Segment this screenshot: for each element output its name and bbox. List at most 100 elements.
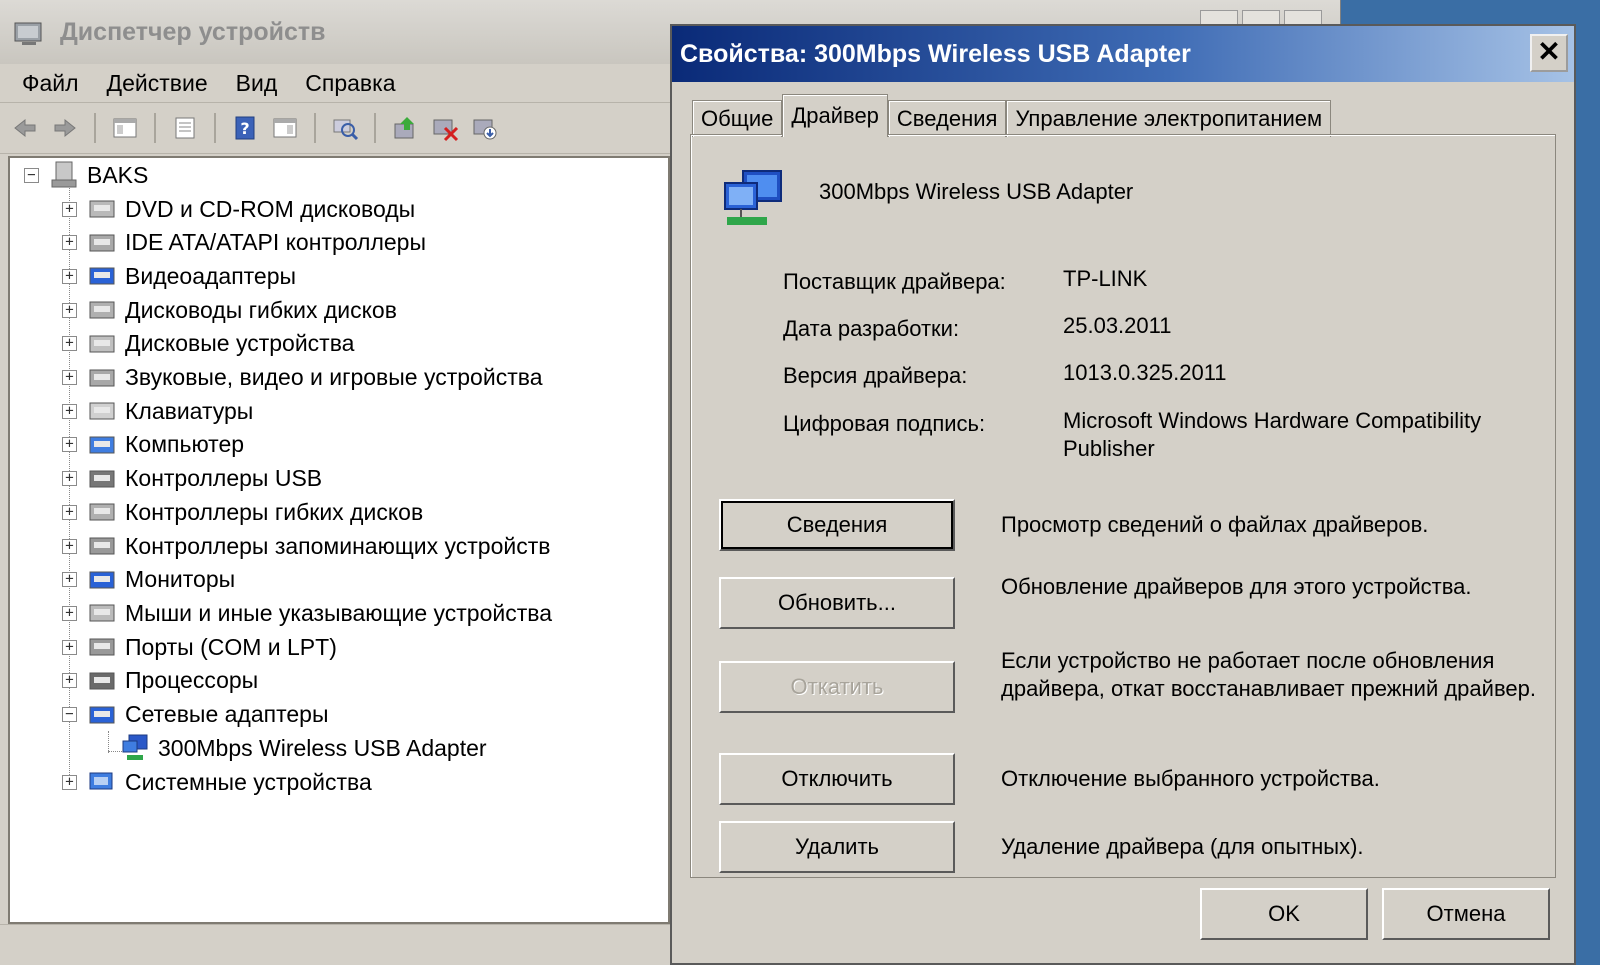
collapse-toggle[interactable]: −	[62, 707, 77, 722]
uninstall-icon	[433, 119, 459, 142]
disk-drive-icon	[85, 329, 119, 359]
update-driver-desc: Обновление драйверов для этого устройств…	[1001, 574, 1472, 599]
uninstall-driver-button[interactable]: Удалить	[719, 821, 955, 873]
tree-label: Мыши и иные указывающие устройства	[125, 599, 553, 626]
tree-guide-line	[108, 731, 109, 753]
tree-category[interactable]: + Контроллеры USB	[62, 462, 322, 496]
tab-driver[interactable]: Драйвер	[782, 94, 888, 137]
mouse-icon	[85, 598, 119, 628]
expand-toggle[interactable]: +	[62, 605, 77, 621]
help-button[interactable]: ?	[228, 111, 262, 145]
expand-toggle[interactable]: +	[62, 504, 77, 520]
monitor-icon	[85, 565, 119, 595]
show-hide-console-tree-button[interactable]	[108, 111, 142, 145]
expand-toggle[interactable]: +	[62, 471, 77, 487]
rollback-driver-button[interactable]: Откатить	[719, 661, 955, 713]
update-driver-button[interactable]	[388, 111, 422, 145]
date-value: 25.03.2011	[1063, 313, 1172, 338]
cancel-button[interactable]: Отмена	[1382, 888, 1550, 940]
computer-icon	[85, 430, 119, 460]
expand-toggle[interactable]: +	[62, 336, 77, 352]
tree-root-baks[interactable]: − BAKS	[24, 158, 148, 192]
tree-label: DVD и CD-ROM дисководы	[125, 195, 416, 222]
tree-item-wireless-adapter[interactable]: 300Mbps Wireless USB Adapter	[110, 731, 487, 765]
tree-category-system-devices[interactable]: + Системные устройства	[62, 765, 372, 799]
computer-icon	[47, 160, 81, 190]
properties-button[interactable]	[168, 111, 202, 145]
tab-details[interactable]: Сведения	[887, 100, 1007, 137]
expand-toggle[interactable]: +	[62, 201, 77, 217]
expand-toggle[interactable]: +	[62, 437, 77, 453]
tree-label: Контроллеры гибких дисков	[125, 498, 424, 525]
tree-category[interactable]: + IDE ATA/ATAPI контроллеры	[62, 226, 426, 260]
system-devices-icon	[85, 767, 119, 797]
tree-label: Процессоры	[125, 667, 259, 694]
ok-button[interactable]: OK	[1200, 888, 1368, 940]
tab-general[interactable]: Общие	[692, 100, 783, 137]
network-adapter-icon	[118, 733, 152, 763]
expand-toggle[interactable]: +	[62, 538, 77, 554]
tree-category[interactable]: + Звуковые, видео и игровые устройства	[62, 361, 542, 395]
expand-toggle[interactable]: +	[62, 572, 77, 588]
tree-category[interactable]: + Дисководы гибких дисков	[62, 293, 397, 327]
menu-view[interactable]: Вид	[222, 70, 292, 97]
driver-tab-panel: 300Mbps Wireless USB Adapter Поставщик д…	[690, 134, 1556, 878]
tree-category[interactable]: + Процессоры	[62, 664, 258, 698]
expand-toggle[interactable]: +	[62, 370, 77, 385]
device-manager-icon	[14, 22, 42, 45]
toolbar-separator	[94, 113, 96, 143]
forward-button[interactable]	[48, 111, 82, 145]
properties-dialog: Свойства: 300Mbps Wireless USB Adapter ✕…	[670, 24, 1576, 965]
action-pane-icon	[273, 118, 297, 138]
date-label: Дата разработки:	[783, 316, 960, 341]
tree-category[interactable]: + Мыши и иные указывающие устройства	[62, 596, 552, 630]
uninstall-button[interactable]	[428, 111, 462, 145]
menu-action[interactable]: Действие	[93, 70, 222, 97]
tree-category[interactable]: − Сетевые адаптеры	[62, 698, 329, 732]
menu-file[interactable]: Файл	[8, 70, 93, 97]
tree-category[interactable]: + Дисковые устройства	[62, 327, 354, 361]
disable-device-button[interactable]: Отключить	[719, 753, 955, 805]
network-adapter-icon	[724, 170, 782, 225]
network-adapter-icon	[85, 700, 119, 730]
action-pane-button[interactable]	[268, 111, 302, 145]
tab-power-management[interactable]: Управление электропитанием	[1006, 100, 1332, 137]
driver-details-button[interactable]: Сведения	[719, 499, 955, 551]
expand-toggle[interactable]: +	[62, 302, 77, 318]
expand-toggle[interactable]: +	[62, 673, 77, 689]
tree-category[interactable]: + Компьютер	[62, 428, 244, 462]
tree-category[interactable]: + Контроллеры запоминающих устройств	[62, 529, 550, 563]
expand-toggle[interactable]: +	[62, 235, 77, 251]
window-title: Диспетчер устройств	[60, 17, 326, 46]
tree-category[interactable]: + DVD и CD-ROM дисководы	[62, 192, 415, 226]
floppy-drive-icon	[85, 295, 119, 325]
expand-toggle[interactable]: +	[62, 774, 77, 790]
expand-toggle[interactable]: +	[62, 268, 77, 284]
toolbar-separator	[374, 113, 376, 143]
back-button[interactable]	[8, 111, 42, 145]
dvd-drive-icon	[85, 194, 119, 224]
disable-device-desc: Отключение выбранного устройства.	[1001, 766, 1380, 791]
tree-category[interactable]: + Мониторы	[62, 563, 235, 597]
dialog-title: Свойства: 300Mbps Wireless USB Adapter	[680, 39, 1191, 68]
tree-category[interactable]: + Видеоадаптеры	[62, 259, 296, 293]
expand-toggle[interactable]: +	[62, 403, 77, 419]
expand-toggle[interactable]: +	[62, 639, 77, 655]
collapse-toggle[interactable]: −	[24, 167, 39, 183]
tree-category[interactable]: + Контроллеры гибких дисков	[62, 495, 423, 529]
uninstall-driver-desc: Удаление драйвера (для опытных).	[1001, 834, 1364, 859]
update-driver-button[interactable]: Обновить...	[719, 577, 955, 629]
processor-icon	[85, 666, 119, 696]
tree-label: Дисководы гибких дисков	[125, 296, 397, 323]
tree-category[interactable]: + Клавиатуры	[62, 394, 253, 428]
tab-strip: Общие Драйвер Сведения Управление электр…	[692, 94, 1332, 137]
disable-button[interactable]	[468, 111, 502, 145]
menu-help[interactable]: Справка	[291, 70, 409, 97]
provider-label: Поставщик драйвера:	[783, 269, 1006, 294]
tree-category[interactable]: + Порты (COM и LPT)	[62, 630, 337, 664]
signature-label: Цифровая подпись:	[783, 411, 986, 436]
scan-hardware-button[interactable]	[328, 111, 362, 145]
usb-controller-icon	[85, 464, 119, 494]
tree-label: IDE ATA/ATAPI контроллеры	[125, 229, 426, 256]
dialog-close-button[interactable]: ✕	[1530, 34, 1568, 72]
